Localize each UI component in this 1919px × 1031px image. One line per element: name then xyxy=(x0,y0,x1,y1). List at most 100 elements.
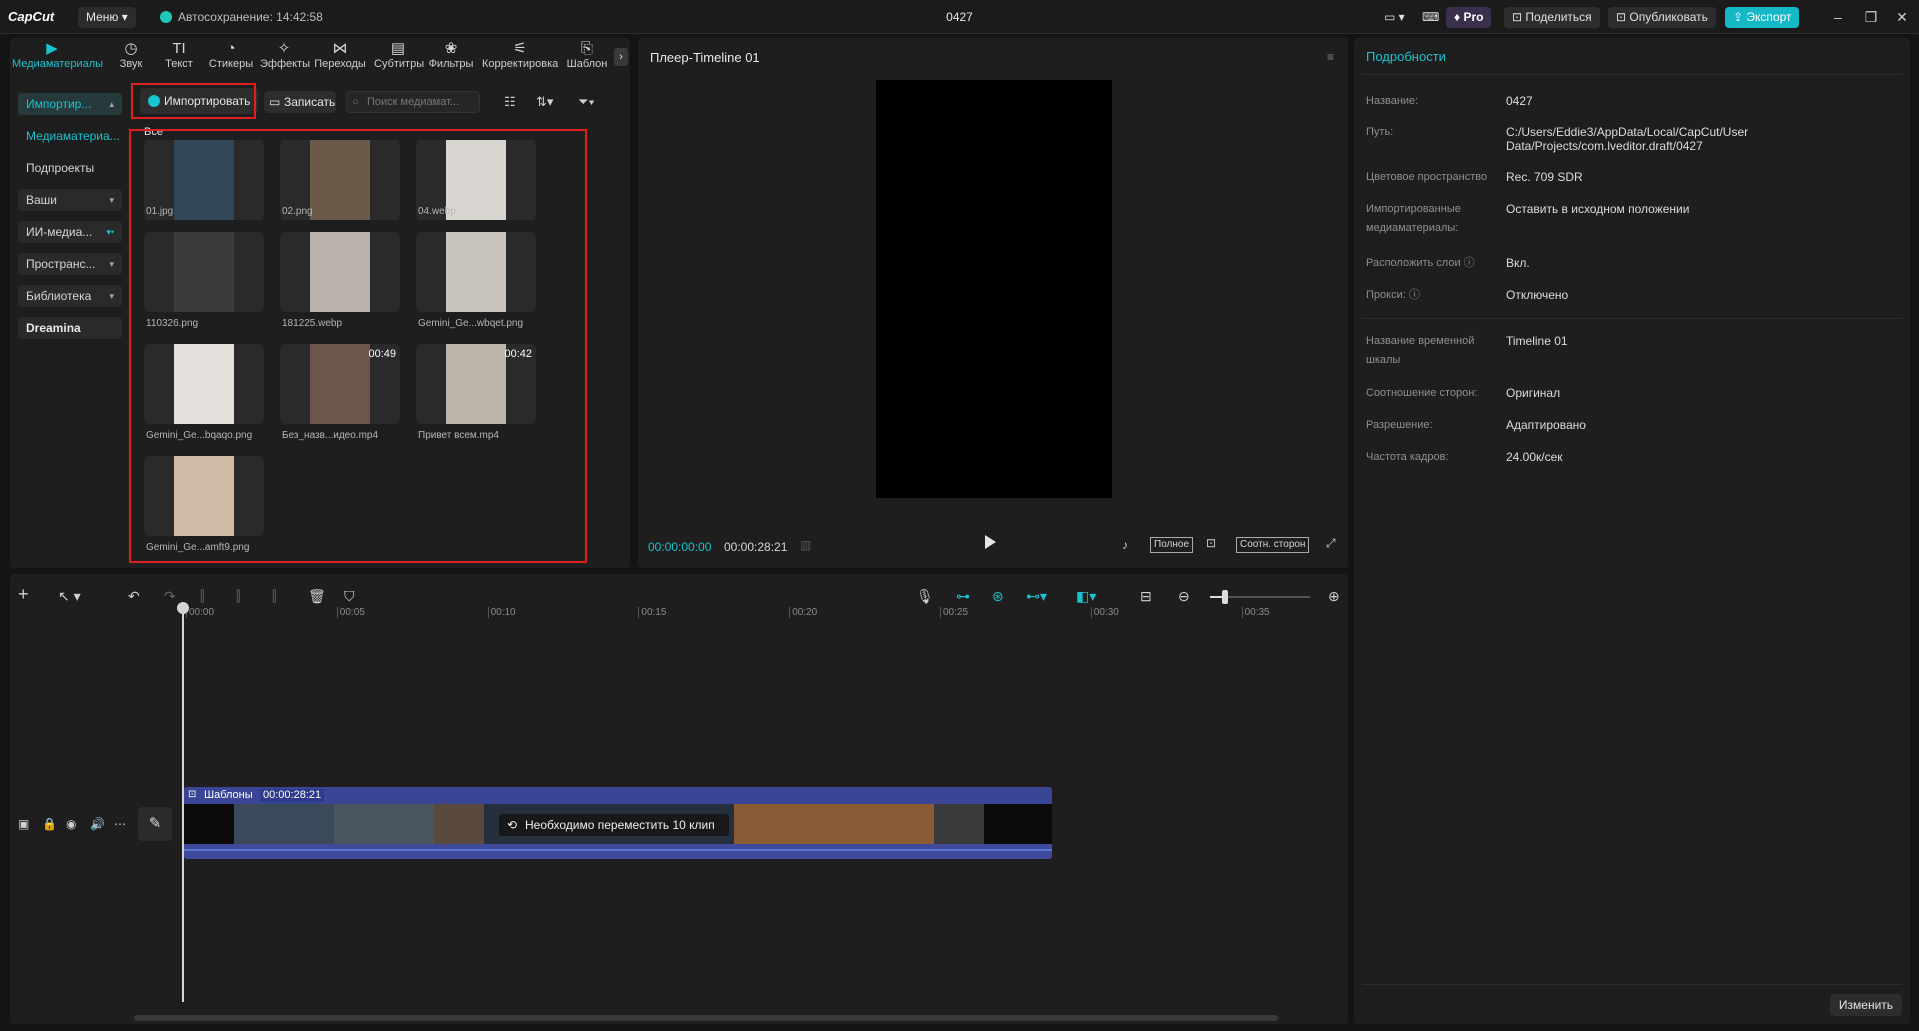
app-logo: CapCut xyxy=(8,9,55,24)
lock-icon[interactable]: 🔒 xyxy=(42,817,57,831)
shield-icon[interactable]: ⛉ xyxy=(344,588,355,605)
tab-stickers[interactable]: ◔ Стикеры xyxy=(208,40,254,70)
share-button[interactable]: ⊡ Поделиться xyxy=(1504,7,1600,28)
tab-audio[interactable]: ◷ Звук xyxy=(116,40,146,70)
tab-subtitles[interactable]: ▤ Субтитры xyxy=(374,40,424,70)
nav-library[interactable]: Библиотека ▾ xyxy=(18,285,122,307)
subtitles-icon: ▤ xyxy=(390,40,406,57)
snapshot-icon[interactable]: ⊡ xyxy=(1206,536,1216,550)
menu-button[interactable]: Меню ▾ xyxy=(78,7,136,28)
sync-icon: ⟲ xyxy=(507,818,518,832)
ruler-tick: 00:10 xyxy=(487,607,516,618)
split-right-icon[interactable]: ⫿ xyxy=(272,588,276,605)
audio-icon: ◷ xyxy=(124,40,138,57)
zoom-in-icon[interactable]: ⊕ xyxy=(1328,588,1340,605)
tab-effects[interactable]: ✧ Эффекты xyxy=(260,40,310,70)
ruler-tick: 00:35 xyxy=(1241,607,1270,618)
split-left-icon[interactable]: ⫿ xyxy=(236,588,240,605)
edit-button[interactable]: Изменить xyxy=(1830,994,1902,1016)
link-icon[interactable]: ⊷▾ xyxy=(1026,588,1047,605)
detail-label: Соотношение сторон: xyxy=(1366,387,1478,399)
tab-adjust[interactable]: ⚟ Корректировка xyxy=(482,40,558,70)
sort-icon[interactable]: ⇅▾ xyxy=(536,94,553,110)
add-track-icon[interactable]: + xyxy=(18,584,29,605)
detail-label: Расположить слои ⓘ xyxy=(1366,257,1475,269)
fullscreen-icon[interactable]: ⤢ xyxy=(1326,536,1336,551)
nav-space[interactable]: Пространс... ▾ xyxy=(18,253,122,275)
tab-filters[interactable]: ❀ Фильтры xyxy=(428,40,474,70)
video-preview[interactable] xyxy=(876,80,1112,498)
details-panel: Подробности Название: 0427 Путь: C:/User… xyxy=(1354,38,1910,1024)
play-icon[interactable] xyxy=(985,535,996,549)
chevron-down-icon: ▾ xyxy=(109,259,114,269)
waveform-icon: ▥ xyxy=(800,538,812,552)
divider xyxy=(1362,984,1902,985)
nav-dreamina[interactable]: Dreamina xyxy=(18,317,122,339)
tab-transitions[interactable]: ⋈ Переходы xyxy=(314,40,366,70)
detail-label: Цветовое пространство xyxy=(1366,171,1488,183)
edit-pen-icon[interactable]: ✎ xyxy=(138,807,172,841)
detail-value: Оставить в исходном положении xyxy=(1506,202,1690,216)
chevron-right-icon[interactable]: › xyxy=(614,48,628,66)
more-icon[interactable]: ⋯ xyxy=(114,817,126,831)
nav-subprojects[interactable]: Подпроекты xyxy=(18,157,122,179)
delete-icon[interactable]: 🗑 xyxy=(308,588,326,605)
record-button[interactable]: ▭ Записать xyxy=(264,91,336,113)
filter-icon[interactable]: ⏷▾ xyxy=(578,94,595,110)
eye-icon[interactable]: ◉ xyxy=(66,817,76,831)
zoom-slider-handle[interactable] xyxy=(1222,590,1228,604)
player-title: Плеер-Timeline 01 xyxy=(650,50,760,65)
minimize-icon[interactable]: – xyxy=(1828,8,1848,26)
tiktok-icon[interactable]: ♪ xyxy=(1122,538,1128,552)
details-title: Подробности xyxy=(1366,49,1446,64)
split-icon[interactable]: ⫿ xyxy=(200,588,204,605)
search-input[interactable]: ○ Поиск медиамат... xyxy=(346,91,480,113)
tab-text[interactable]: TI Текст xyxy=(162,40,196,70)
redo-icon[interactable]: ↷ xyxy=(164,588,176,605)
microphone-icon[interactable]: 🎙 xyxy=(916,588,934,605)
volume-icon[interactable]: 🔊 xyxy=(90,817,105,831)
tab-templates[interactable]: ⎘ Шаблон xyxy=(566,40,608,70)
close-icon[interactable]: ✕ xyxy=(1892,8,1912,26)
nav-import[interactable]: Импортир... ▴ xyxy=(18,93,122,115)
preview-axis-icon[interactable]: ◧▾ xyxy=(1076,588,1096,605)
select-tool-icon[interactable]: ↖ ▾ xyxy=(58,588,81,605)
nav-yours[interactable]: Ваши ▾ xyxy=(18,189,122,211)
publish-button[interactable]: ⊡ Опубликовать xyxy=(1608,7,1716,28)
chevron-up-icon: ▴ xyxy=(109,99,114,109)
check-icon xyxy=(160,11,172,23)
ruler-tick: 00:20 xyxy=(789,607,817,618)
chevron-down-icon: ▾• xyxy=(106,227,114,237)
export-button[interactable]: ⇪ Экспорт xyxy=(1725,7,1800,28)
restore-icon[interactable]: ❐ xyxy=(1861,8,1881,26)
view-grid-icon[interactable]: ☷ xyxy=(504,94,516,110)
detail-value: 24.00к/сек xyxy=(1506,450,1563,464)
tab-media[interactable]: ▶ Медиаматериалы xyxy=(12,40,103,70)
timeline-scrollbar[interactable] xyxy=(134,1015,1278,1021)
layout-icon[interactable]: ▭ ▾ xyxy=(1376,7,1413,28)
caption-icon[interactable]: ⊟ xyxy=(1140,588,1152,605)
zoom-slider[interactable] xyxy=(1210,590,1310,604)
shortcut-icon[interactable]: ⌨ xyxy=(1414,7,1447,28)
filters-icon: ❀ xyxy=(444,40,458,57)
detail-value: 0427 xyxy=(1506,94,1533,108)
pro-button[interactable]: ♦ Pro xyxy=(1446,7,1492,28)
full-quality-button[interactable]: Полное xyxy=(1150,537,1194,553)
track-cover-icon[interactable]: ▣ xyxy=(18,817,29,831)
ruler-tick: 00:00 xyxy=(186,607,214,618)
transitions-icon: ⋈ xyxy=(332,40,348,57)
link-main-icon[interactable]: ⊶ xyxy=(956,588,970,605)
nav-media[interactable]: Медиаматериа... xyxy=(18,125,122,147)
template-icon: ⎘ xyxy=(580,40,593,57)
menu-icon[interactable]: ≡ xyxy=(1327,50,1334,64)
total-time: 00:00:28:21 xyxy=(724,540,788,554)
aspect-ratio-button[interactable]: Соотн. сторон xyxy=(1236,537,1310,553)
magnet-icon[interactable]: ⊛ xyxy=(992,588,1004,605)
zoom-out-icon[interactable]: ⊖ xyxy=(1178,588,1190,605)
info-icon: ⓘ xyxy=(1408,289,1420,301)
undo-icon[interactable]: ↶ xyxy=(128,588,140,605)
nav-ai-media[interactable]: ИИ-медиа... ▾• xyxy=(18,221,122,243)
template-clip[interactable]: ⊡ Шаблоны 00:00:28:21 ⟲ Необходимо переме… xyxy=(184,787,1052,859)
ruler-tick: 00:15 xyxy=(638,607,666,618)
detail-label: Путь: xyxy=(1366,126,1394,138)
